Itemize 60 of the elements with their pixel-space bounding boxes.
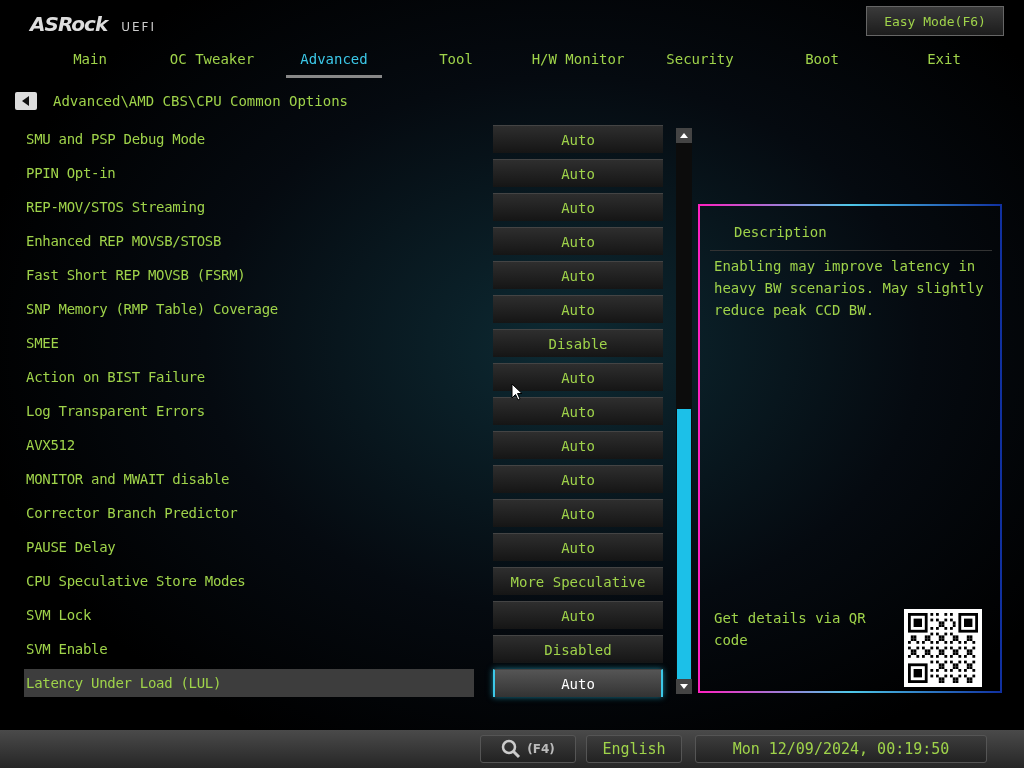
- setting-label[interactable]: Log Transparent Errors: [24, 397, 474, 425]
- option-button[interactable]: Auto: [493, 227, 663, 255]
- menu-tab[interactable]: OC Tweaker: [151, 46, 273, 78]
- option-button[interactable]: Disable: [493, 329, 663, 357]
- scrollbar[interactable]: [676, 128, 692, 694]
- breadcrumb-path: Advanced\AMD CBS\CPU Common Options: [53, 93, 348, 109]
- option-button[interactable]: Disabled: [493, 635, 663, 663]
- brand-logo: ASRock: [30, 12, 108, 36]
- language-button[interactable]: English: [586, 735, 682, 763]
- easy-mode-button[interactable]: Easy Mode(F6): [866, 6, 1004, 36]
- option-button[interactable]: Auto: [493, 465, 663, 493]
- option-button[interactable]: Auto: [493, 533, 663, 561]
- setting-label[interactable]: SVM Lock: [24, 601, 474, 629]
- option-button[interactable]: Auto: [493, 601, 663, 629]
- setting-label[interactable]: SNP Memory (RMP Table) Coverage: [24, 295, 474, 323]
- logo-caption: UEFI: [121, 20, 156, 34]
- back-arrow-icon: [22, 96, 30, 106]
- menu-tab[interactable]: Main: [29, 46, 151, 78]
- option-button[interactable]: Auto: [493, 397, 663, 425]
- menu-tab[interactable]: Exit: [883, 46, 1005, 78]
- scroll-up-icon[interactable]: [676, 128, 692, 143]
- setting-label[interactable]: Corrector Branch Predictor: [24, 499, 474, 527]
- setting-label[interactable]: Latency Under Load (LUL): [24, 669, 474, 697]
- search-button[interactable]: (F4): [480, 735, 576, 763]
- option-button[interactable]: Auto: [493, 295, 663, 323]
- option-button[interactable]: More Speculative: [493, 567, 663, 595]
- setting-label[interactable]: Enhanced REP MOVSB/STOSB: [24, 227, 474, 255]
- setting-label[interactable]: CPU Speculative Store Modes: [24, 567, 474, 595]
- option-button[interactable]: Auto: [493, 499, 663, 527]
- setting-label[interactable]: Fast Short REP MOVSB (FSRM): [24, 261, 474, 289]
- date-time: Mon 12/09/2024, 00:19:50: [695, 735, 987, 763]
- setting-label[interactable]: PPIN Opt-in: [24, 159, 474, 187]
- option-button[interactable]: Auto: [493, 193, 663, 221]
- setting-label[interactable]: Action on BIST Failure: [24, 363, 474, 391]
- setting-label[interactable]: AVX512: [24, 431, 474, 459]
- menu-tab[interactable]: Boot: [761, 46, 883, 78]
- setting-label[interactable]: SMU and PSP Debug Mode: [24, 125, 474, 153]
- search-icon: [501, 739, 522, 759]
- setting-label[interactable]: PAUSE Delay: [24, 533, 474, 561]
- option-button[interactable]: Auto: [493, 125, 663, 153]
- setting-label[interactable]: SMEE: [24, 329, 474, 357]
- scrollbar-thumb[interactable]: [677, 409, 691, 679]
- menu-tab[interactable]: Advanced: [286, 46, 382, 78]
- setting-label[interactable]: REP-MOV/STOS Streaming: [24, 193, 474, 221]
- qr-caption: Get details via QR code: [714, 609, 867, 650]
- option-button[interactable]: Auto: [493, 363, 663, 391]
- mouse-pointer-icon: [511, 383, 523, 401]
- option-button[interactable]: Auto: [493, 669, 663, 697]
- option-button[interactable]: Auto: [493, 261, 663, 289]
- menu-tab[interactable]: Security: [639, 46, 761, 78]
- scroll-down-icon[interactable]: [676, 679, 692, 694]
- menu-tab[interactable]: Tool: [395, 46, 517, 78]
- menu-tab[interactable]: H/W Monitor: [517, 46, 639, 78]
- setting-label[interactable]: MONITOR and MWAIT disable: [24, 465, 474, 493]
- option-button[interactable]: Auto: [493, 159, 663, 187]
- option-button[interactable]: Auto: [493, 431, 663, 459]
- back-button[interactable]: [15, 92, 37, 110]
- description-title: Description: [710, 206, 992, 251]
- setting-label[interactable]: SVM Enable: [24, 635, 474, 663]
- description-text: Enabling may improve latency in heavy BW scenarios. May slightly reduce peak CCD BW.: [714, 257, 985, 320]
